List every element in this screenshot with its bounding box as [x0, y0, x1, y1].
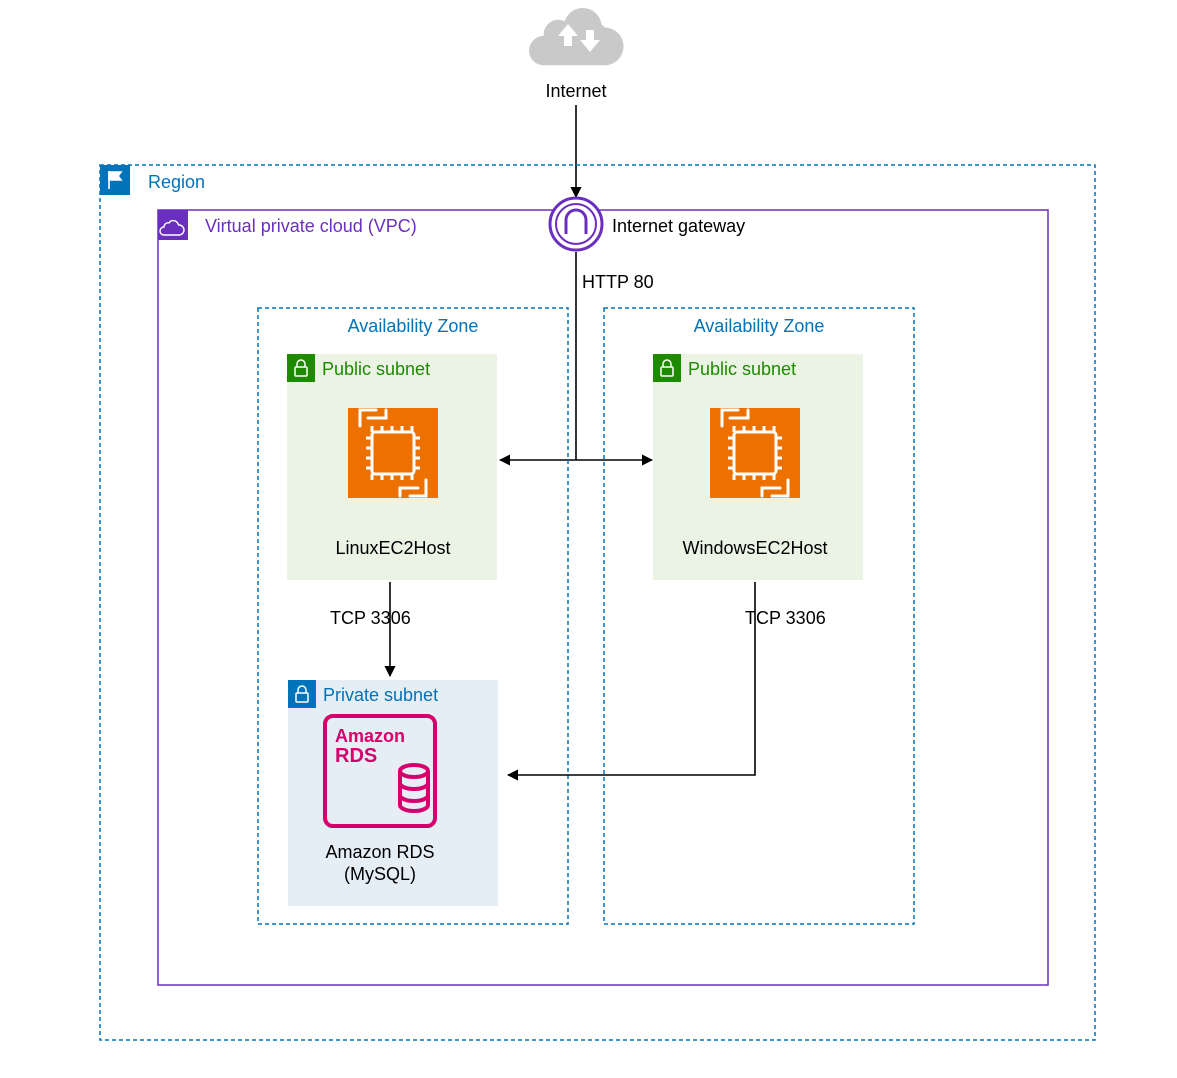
- conn-tcp-left-label: TCP 3306: [330, 608, 411, 628]
- conn-tcp-right-label: TCP 3306: [745, 608, 826, 628]
- ec2-right-label: WindowsEC2Host: [682, 538, 827, 558]
- rds-logo-top: Amazon: [335, 726, 405, 746]
- private-subnet-label: Private subnet: [323, 685, 438, 705]
- vpc-label: Virtual private cloud (VPC): [205, 216, 417, 236]
- rds-logo-bottom: RDS: [335, 745, 377, 767]
- rds-label-top: Amazon RDS: [325, 842, 434, 862]
- conn-tcp-right: [508, 582, 755, 775]
- internet-gateway-label: Internet gateway: [612, 216, 745, 236]
- public-subnet-left-badge: [287, 354, 315, 382]
- region-box: [100, 165, 1095, 1040]
- internet-icon: [529, 8, 624, 65]
- conn-http-label: HTTP 80: [582, 272, 654, 292]
- az-left-label: Availability Zone: [348, 316, 479, 336]
- public-subnet-right-label: Public subnet: [688, 359, 796, 379]
- internet-gateway-icon: [550, 198, 602, 250]
- ec2-left-icon: [348, 408, 438, 498]
- az-right-label: Availability Zone: [694, 316, 825, 336]
- private-subnet-badge: [288, 680, 316, 708]
- ec2-left-label: LinuxEC2Host: [335, 538, 450, 558]
- internet-label: Internet: [545, 81, 606, 101]
- public-subnet-left-label: Public subnet: [322, 359, 430, 379]
- public-subnet-right-badge: [653, 354, 681, 382]
- rds-label-bottom: (MySQL): [344, 864, 416, 884]
- architecture-diagram: Internet Region Virtual private cloud (V…: [0, 0, 1177, 1078]
- ec2-right-icon: [710, 408, 800, 498]
- region-label: Region: [148, 172, 205, 192]
